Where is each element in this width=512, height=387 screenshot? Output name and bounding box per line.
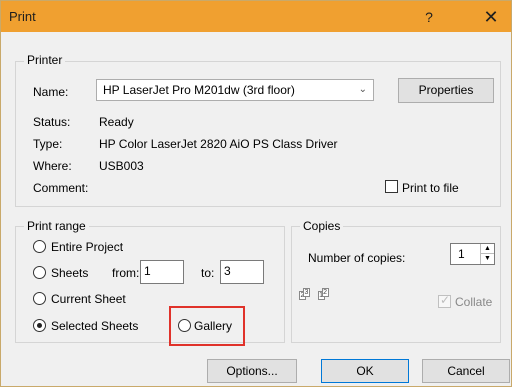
number-of-copies-label: Number of copies:	[308, 251, 406, 265]
status-value: Ready	[99, 115, 134, 129]
where-label: Where:	[33, 159, 72, 173]
collate-checkbox[interactable]: ✓	[438, 293, 451, 308]
options-button[interactable]: Options...	[207, 359, 297, 383]
name-label: Name:	[33, 85, 69, 99]
entire-project-label[interactable]: Entire Project	[51, 240, 123, 254]
help-button[interactable]: ?	[419, 7, 439, 27]
close-button[interactable]: ✕	[477, 4, 505, 30]
radio-gallery[interactable]	[178, 319, 191, 332]
selected-sheets-label[interactable]: Selected Sheets	[51, 319, 138, 333]
cancel-button[interactable]: Cancel	[422, 359, 510, 383]
radio-entire-project[interactable]	[33, 240, 46, 253]
from-label: from:	[112, 266, 140, 280]
current-sheet-label[interactable]: Current Sheet	[51, 292, 126, 306]
to-label: to:	[201, 266, 215, 280]
from-input[interactable]: 1	[140, 260, 184, 284]
type-value: HP Color LaserJet 2820 AiO PS Class Driv…	[99, 137, 338, 151]
ok-button[interactable]: OK	[321, 359, 409, 383]
radio-sheets[interactable]	[33, 266, 46, 279]
copies-legend: Copies	[300, 219, 344, 233]
print-range-legend: Print range	[24, 219, 89, 233]
title-bar[interactable]: Print ? ✕	[1, 1, 511, 32]
status-label: Status:	[33, 115, 71, 129]
radio-current-sheet[interactable]	[33, 292, 46, 305]
chevron-down-icon: ⌄	[358, 84, 367, 95]
print-dialog: Print ? ✕ Printer Name: HP LaserJet Pro …	[0, 0, 512, 387]
spin-up-icon[interactable]: ▲	[480, 244, 494, 254]
where-value: USB003	[99, 159, 144, 173]
properties-button[interactable]: Properties	[398, 78, 494, 103]
gallery-label[interactable]: Gallery	[194, 319, 232, 333]
type-label: Type:	[33, 137, 63, 151]
radio-selected-sheets[interactable]	[33, 319, 46, 332]
to-input[interactable]: 3	[220, 260, 264, 284]
sheets-label[interactable]: Sheets	[51, 266, 88, 280]
collate-pages-icon: 23 12	[299, 288, 329, 301]
printer-group-legend: Printer	[24, 53, 66, 67]
copies-value: 1	[458, 247, 465, 261]
print-to-file-label[interactable]: Print to file	[402, 181, 459, 195]
spin-down-icon[interactable]: ▼	[480, 254, 494, 264]
printer-name-select[interactable]: HP LaserJet Pro M201dw (3rd floor) ⌄	[96, 79, 374, 101]
collate-label: Collate	[455, 295, 493, 309]
comment-label: Comment:	[33, 181, 89, 195]
check-icon: ✓	[440, 293, 451, 307]
printer-name-value: HP LaserJet Pro M201dw (3rd floor)	[103, 83, 295, 97]
radio-selected-dot	[37, 323, 42, 328]
print-to-file-checkbox[interactable]	[385, 180, 398, 193]
window-title: Print	[9, 9, 36, 24]
copies-stepper[interactable]: 1 ▲ ▼	[450, 243, 495, 265]
